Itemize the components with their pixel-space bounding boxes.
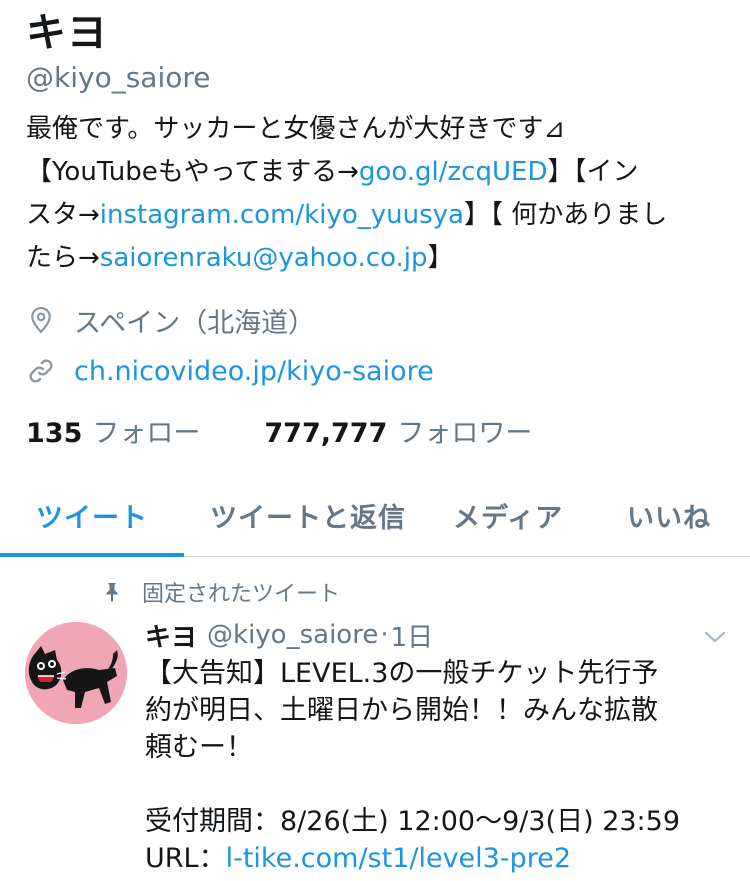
cat-avatar-icon: [25, 622, 127, 724]
tweet-text: 【大告知】LEVEL.3の一般チケット先行予 約が明日、土曜日から開始！！みんな…: [145, 655, 735, 877]
link-icon: [29, 359, 53, 383]
chevron-down-icon[interactable]: [703, 627, 727, 647]
profile-bio: 最俺です。サッカーと女優さんが大好きです⊿ 【YouTubeもやってまする→go…: [26, 108, 726, 280]
profile-stats: 135 フォロー 777,777 フォロワー: [26, 410, 532, 450]
website-link[interactable]: ch.nicovideo.jp/kiyo-saiore: [74, 356, 434, 387]
bio-line-4: たら→saiorenraku@yahoo.co.jp】: [26, 237, 726, 280]
bio-line-1: 最俺です。サッカーと女優さんが大好きです⊿: [26, 114, 566, 144]
profile-location: スペイン（北海道）: [26, 300, 315, 340]
bio-youtube-link[interactable]: goo.gl/zcqUED: [359, 157, 548, 187]
location-pin-icon: [31, 306, 51, 334]
bio-line-2: 【YouTubeもやってまする→goo.gl/zcqUED】【イン: [26, 151, 726, 194]
bio-text: 【YouTubeもやってまする→: [26, 157, 359, 187]
tweet-url-label: URL：: [145, 843, 226, 874]
bio-text: 】【 何かありまし: [463, 200, 668, 230]
followers-stat[interactable]: 777,777 フォロワー: [264, 411, 532, 450]
tweet-author-handle[interactable]: @kiyo_saiore: [207, 620, 378, 650]
avatar[interactable]: [25, 622, 127, 724]
active-tab-indicator: [0, 553, 184, 557]
tweet-header: キヨ @kiyo_saiore · 1日: [145, 615, 735, 655]
profile-display-name: キヨ: [26, 10, 108, 56]
following-label: フォロー: [92, 417, 201, 449]
bio-text: 】: [427, 243, 454, 273]
location-text: スペイン（北海道）: [74, 307, 316, 339]
tweet-author-name[interactable]: キヨ: [145, 617, 197, 654]
tweet-text-line: URL：l-tike.com/st1/level3-pre2: [145, 840, 735, 877]
following-stat[interactable]: 135 フォロー: [26, 411, 200, 450]
followers-label: フォロワー: [397, 417, 533, 449]
pinned-label-text: 固定されたツイート: [142, 582, 341, 607]
tweet-separator: ·: [380, 620, 389, 650]
pinned-tweet-label: 固定されたツイート: [100, 575, 340, 609]
tweet-timestamp: 1日: [390, 622, 434, 653]
bio-line-3: スタ→instagram.com/kiyo_yuusya】【 何かありまし: [26, 194, 726, 237]
tweet-text-line: 約が明日、土曜日から開始！！みんな拡散: [145, 695, 658, 726]
tab-tweets[interactable]: ツイート: [36, 496, 148, 535]
profile-website[interactable]: ch.nicovideo.jp/kiyo-saiore: [26, 351, 434, 391]
profile-handle: @kiyo_saiore: [26, 61, 211, 94]
bio-text: スタ→: [26, 200, 100, 230]
tab-likes[interactable]: いいね: [627, 496, 711, 535]
pin-icon: [106, 583, 118, 602]
bio-email-link[interactable]: saiorenraku@yahoo.co.jp: [100, 243, 428, 273]
tweet-ticket-link[interactable]: l-tike.com/st1/level3-pre2: [226, 843, 571, 874]
bio-text: 】【イン: [547, 157, 639, 187]
tab-tweets-and-replies[interactable]: ツイートと返信: [210, 496, 406, 535]
tab-media[interactable]: メディア: [453, 496, 563, 535]
pinned-tweet[interactable]: キヨ @kiyo_saiore · 1日 【大告知】LEVEL.3の一般チケット…: [145, 615, 735, 877]
tweet-text-line: 受付期間：8/26(土) 12:00〜9/3(日) 23:59: [145, 806, 681, 837]
bio-instagram-link[interactable]: instagram.com/kiyo_yuusya: [100, 200, 464, 230]
followers-count: 777,777: [264, 417, 388, 449]
bio-text: たら→: [26, 243, 100, 273]
following-count: 135: [26, 417, 83, 449]
tweet-text-line: 頼むー！: [145, 732, 253, 763]
profile-tabs: ツイート ツイートと返信 メディア いいね: [0, 470, 750, 557]
tweet-text-line: 【大告知】LEVEL.3の一般チケット先行予: [145, 658, 659, 689]
